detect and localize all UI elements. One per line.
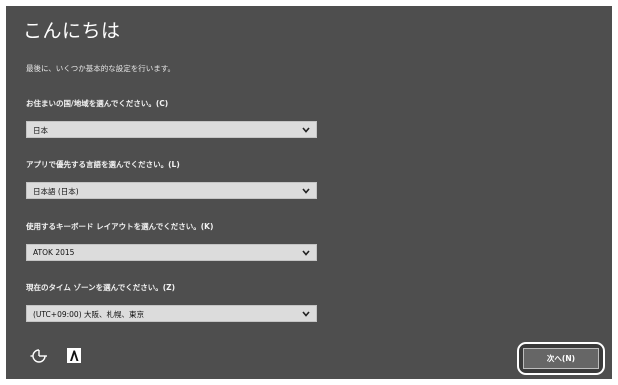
language-dropdown[interactable]: 日本語 (日本) (26, 182, 317, 199)
setup-screen: こんにちは 最後に、いくつか基本的な設定を行います。 お住まいの国/地域を選んで… (6, 6, 612, 379)
keyboard-label: 使用するキーボード レイアウトを選んでください。(K) (26, 222, 214, 231)
country-value: 日本 (33, 126, 48, 135)
keyboard-dropdown[interactable]: ATOK 2015 (26, 244, 317, 261)
chevron-down-icon (302, 127, 310, 133)
chevron-down-icon (302, 311, 310, 317)
page-subtitle: 最後に、いくつか基本的な設定を行います。 (26, 64, 176, 73)
timezone-label: 現在のタイム ゾーンを選んでください。(Z) (26, 283, 176, 292)
language-label: アプリで優先する言語を選んでください。(L) (26, 160, 180, 169)
language-value: 日本語 (日本) (33, 187, 79, 196)
chevron-down-icon (302, 250, 310, 256)
ease-of-access-icon[interactable] (30, 347, 50, 365)
timezone-value: (UTC+09:00) 大阪、札幌、東京 (33, 310, 145, 319)
timezone-dropdown[interactable]: (UTC+09:00) 大阪、札幌、東京 (26, 305, 317, 322)
country-dropdown[interactable]: 日本 (26, 121, 317, 138)
input-method-icon[interactable] (67, 348, 81, 363)
page-title: こんにちは (23, 20, 121, 42)
keyboard-value: ATOK 2015 (33, 248, 75, 257)
next-button-highlight: 次へ(N) (517, 342, 605, 375)
country-label: お住まいの国/地域を選んでください。(C) (26, 99, 169, 108)
next-button[interactable]: 次へ(N) (523, 348, 599, 369)
chevron-down-icon (302, 188, 310, 194)
